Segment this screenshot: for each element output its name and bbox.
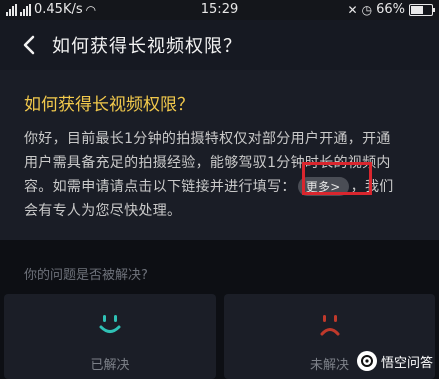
battery-icon xyxy=(409,3,435,16)
solved-button[interactable]: 已解决 xyxy=(4,294,216,379)
answer-line-1: 你好，目前最长1分钟的拍摄特权仅对部分用户开通，开通 xyxy=(24,131,391,147)
answer-line-3-text: 容。如需申请请点击以下链接并进行填写： xyxy=(24,179,296,195)
back-button[interactable] xyxy=(20,35,38,55)
smile-icon xyxy=(99,315,121,333)
watermark-text: 悟空问答 xyxy=(380,355,433,371)
answer-card: 如何获得长视频权限？ 你好，目前最长1分钟的拍摄特权仅对部分用户开通，开通 用户… xyxy=(0,70,439,240)
alarm-icon: ◷ xyxy=(361,2,373,17)
sad-icon xyxy=(320,315,339,336)
watermark: 悟空问答 xyxy=(356,351,433,371)
feedback-question: 你的问题是否被解决? xyxy=(24,268,148,283)
solved-label: 已解决 xyxy=(90,358,130,373)
highlight-box xyxy=(302,162,372,195)
status-bar: 0.45K/s ◠ 15:29 ✕ ◷ 66% xyxy=(0,0,439,20)
status-right: ✕ ◷ 66% xyxy=(347,2,435,17)
top-nav-bar: 如何获得长视频权限？ xyxy=(0,20,439,70)
page-title: 如何获得长视频权限？ xyxy=(52,36,242,57)
chevron-left-icon xyxy=(23,35,35,55)
mute-icon: ✕ xyxy=(347,2,358,17)
answer-line-4: 会有专人为您尽快处理。 xyxy=(24,203,182,219)
wukong-logo-icon xyxy=(356,351,377,371)
answer-title: 如何获得长视频权限？ xyxy=(24,95,194,115)
battery-percent: 66% xyxy=(376,2,405,17)
